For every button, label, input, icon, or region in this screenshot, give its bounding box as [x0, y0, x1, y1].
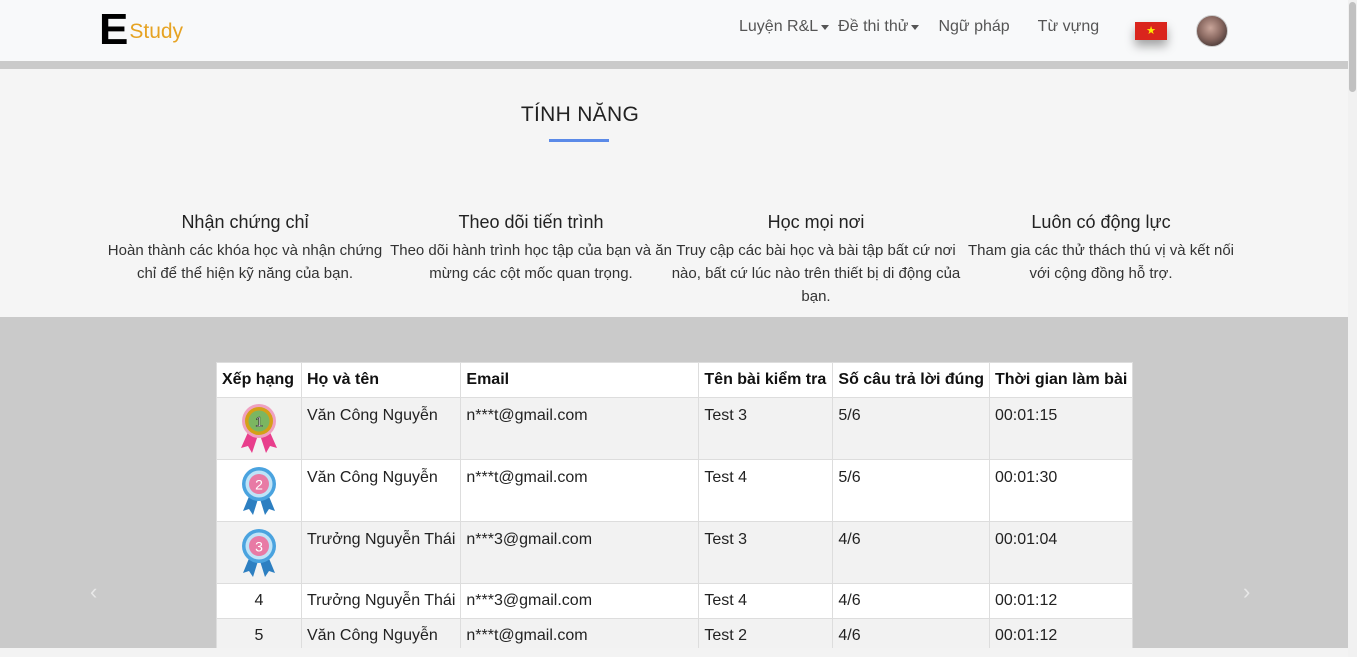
nav-item-label: Ngữ pháp [938, 18, 1010, 35]
correct-cell: 5/6 [832, 459, 990, 522]
silver-medal-icon: 2 [242, 467, 276, 515]
navbar-divider [0, 61, 1348, 69]
nav-item-luyen-rl[interactable]: Luyện R&L [739, 18, 830, 36]
test-cell: Test 4 [698, 583, 834, 619]
nav-item-label: Đề thi thử [838, 18, 909, 35]
feature-title: Nhận chứng chỉ [181, 212, 309, 232]
table-row: 2 Văn Công Nguyễn n***t@gmail.com Test 4… [216, 459, 1134, 522]
feature-desc: Tham gia các thử thách thú vị và kết nối… [967, 242, 1234, 282]
title-underline [549, 139, 609, 142]
feature-title: Theo dõi tiến trình [458, 212, 604, 232]
test-cell: Test 3 [698, 397, 834, 460]
scrollbar-thumb[interactable] [1349, 2, 1356, 92]
feature-anywhere: Học mọi nơi Truy cập các bài học và bài … [671, 212, 961, 308]
header-time: Thời gian làm bài [988, 362, 1134, 398]
nav-item-de-thi-thu[interactable]: Đề thi thử [838, 18, 920, 36]
page-bottom [0, 648, 1348, 657]
rank-cell: 3 [216, 521, 302, 584]
rank-number: 1 [255, 414, 263, 430]
header-rank: Xếp hạng [216, 362, 302, 398]
test-cell: Test 3 [698, 521, 834, 584]
leaderboard-carousel: ‹ › Xếp hạng Họ và tên Email Tên bài kiể… [0, 317, 1348, 654]
name-cell: Văn Công Nguyễn [300, 397, 462, 460]
nav-item-ngu-phap[interactable]: Ngữ pháp [938, 18, 1009, 36]
vietnam-flag-icon[interactable]: ★ [1135, 22, 1167, 40]
nav-item-label: Luyện R&L [739, 18, 819, 35]
header-correct: Số câu trả lời đúng [832, 362, 990, 398]
name-cell: Trưởng Nguyễn Thái [300, 583, 462, 619]
test-cell: Test 4 [698, 459, 834, 522]
name-cell: Văn Công Nguyễn [300, 459, 462, 522]
header-email: Email [460, 362, 700, 398]
correct-cell: 4/6 [832, 583, 990, 619]
logo-text: Study [129, 20, 184, 43]
bronze-medal-icon: 3 [242, 529, 276, 577]
email-cell: n***3@gmail.com [460, 521, 700, 584]
page-scrollbar[interactable] [1348, 0, 1357, 657]
caret-down-icon [821, 24, 830, 30]
nav-item-tu-vung[interactable]: Từ vựng [1038, 18, 1099, 36]
feature-title: Luôn có động lực [1031, 212, 1171, 232]
nav-item-label: Từ vựng [1037, 18, 1100, 35]
correct-cell: 4/6 [832, 521, 990, 584]
logo-letter: E [99, 5, 129, 54]
rank-number: 3 [255, 539, 263, 555]
nav-menu: Luyện R&L Đề thi thử Ngữ pháp Từ vựng [739, 18, 1127, 36]
gold-medal-icon: 1 [241, 404, 277, 453]
time-cell: 00:01:12 [988, 583, 1134, 619]
feature-progress: Theo dõi tiến trình Theo dõi hành trình … [386, 212, 676, 285]
logo[interactable]: E Study [99, 5, 184, 54]
rank-number: 2 [255, 477, 263, 493]
section-title: TÍNH NĂNG [520, 103, 640, 126]
feature-title: Học mọi nơi [767, 212, 865, 232]
leaderboard-table: Xếp hạng Họ và tên Email Tên bài kiểm tr… [216, 362, 1134, 654]
table-row: 1 Văn Công Nguyễn n***t@gmail.com Test 3… [216, 397, 1134, 460]
carousel-prev-icon[interactable]: ‹ [90, 579, 97, 605]
name-cell: Trưởng Nguyễn Thái [300, 521, 462, 584]
rank-cell: 1 [216, 397, 302, 460]
carousel-next-icon[interactable]: › [1243, 579, 1250, 605]
header-test: Tên bài kiểm tra [698, 362, 834, 398]
correct-cell: 5/6 [832, 397, 990, 460]
table-row: 4 Trưởng Nguyễn Thái n***3@gmail.com Tes… [216, 583, 1134, 619]
rank-cell: 4 [216, 583, 302, 619]
feature-certificate: Nhận chứng chỉ Hoàn thành các khóa học v… [100, 212, 390, 285]
flag-star-icon: ★ [1146, 24, 1156, 37]
email-cell: n***3@gmail.com [460, 583, 700, 619]
rank-cell: 2 [216, 459, 302, 522]
caret-down-icon [911, 24, 920, 30]
time-cell: 00:01:04 [988, 521, 1134, 584]
email-cell: n***t@gmail.com [460, 459, 700, 522]
navbar: E Study Luyện R&L Đề thi thử Ngữ pháp Từ… [0, 0, 1348, 61]
user-avatar[interactable] [1196, 15, 1228, 47]
feature-motivation: Luôn có động lực Tham gia các thử thách … [956, 212, 1246, 285]
email-cell: n***t@gmail.com [460, 397, 700, 460]
table-row: 3 Trưởng Nguyễn Thái n***3@gmail.com Tes… [216, 521, 1134, 584]
features-section: TÍNH NĂNG Nhận chứng chỉ Hoàn thành các … [0, 69, 1348, 317]
header-name: Họ và tên [300, 362, 462, 398]
feature-desc: Hoàn thành các khóa học và nhận chứng ch… [107, 242, 383, 282]
time-cell: 00:01:15 [988, 397, 1134, 460]
table-header-row: Xếp hạng Họ và tên Email Tên bài kiểm tr… [216, 362, 1134, 398]
feature-desc: Truy cập các bài học và bài tập bất cứ n… [671, 242, 961, 305]
feature-desc: Theo dõi hành trình học tập của bạn và ă… [390, 242, 672, 282]
time-cell: 00:01:30 [988, 459, 1134, 522]
